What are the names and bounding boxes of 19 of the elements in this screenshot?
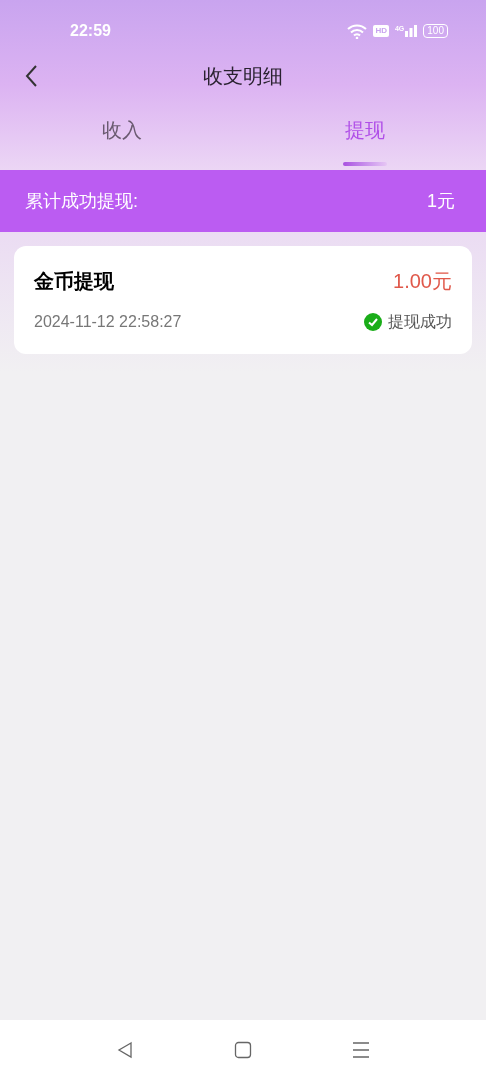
status-time: 22:59 [70, 21, 111, 41]
tab-indicator [342, 162, 387, 166]
hd-badge: HD [373, 25, 389, 37]
summary-label: 累计成功提现: [25, 189, 138, 213]
tab[interactable]: 提现 [243, 110, 486, 170]
record-status: 提现成功 [388, 312, 452, 332]
wifi-icon [347, 23, 368, 39]
back-icon[interactable] [24, 64, 38, 88]
record-time: 2024-11-12 22:58:27 [34, 312, 182, 332]
page-title: 收支明细 [203, 64, 283, 89]
back-nav-icon[interactable] [116, 1041, 134, 1059]
signal-icon [405, 25, 418, 37]
summary-value: 1元 [427, 189, 455, 213]
battery-indicator: 100 [423, 24, 448, 38]
tab[interactable]: 收入 [0, 110, 243, 170]
home-nav-icon[interactable] [234, 1041, 252, 1059]
record-amount: 1.00元 [393, 269, 452, 294]
menu-icon[interactable] [352, 1041, 370, 1059]
record-title: 金币提现 [34, 269, 114, 294]
